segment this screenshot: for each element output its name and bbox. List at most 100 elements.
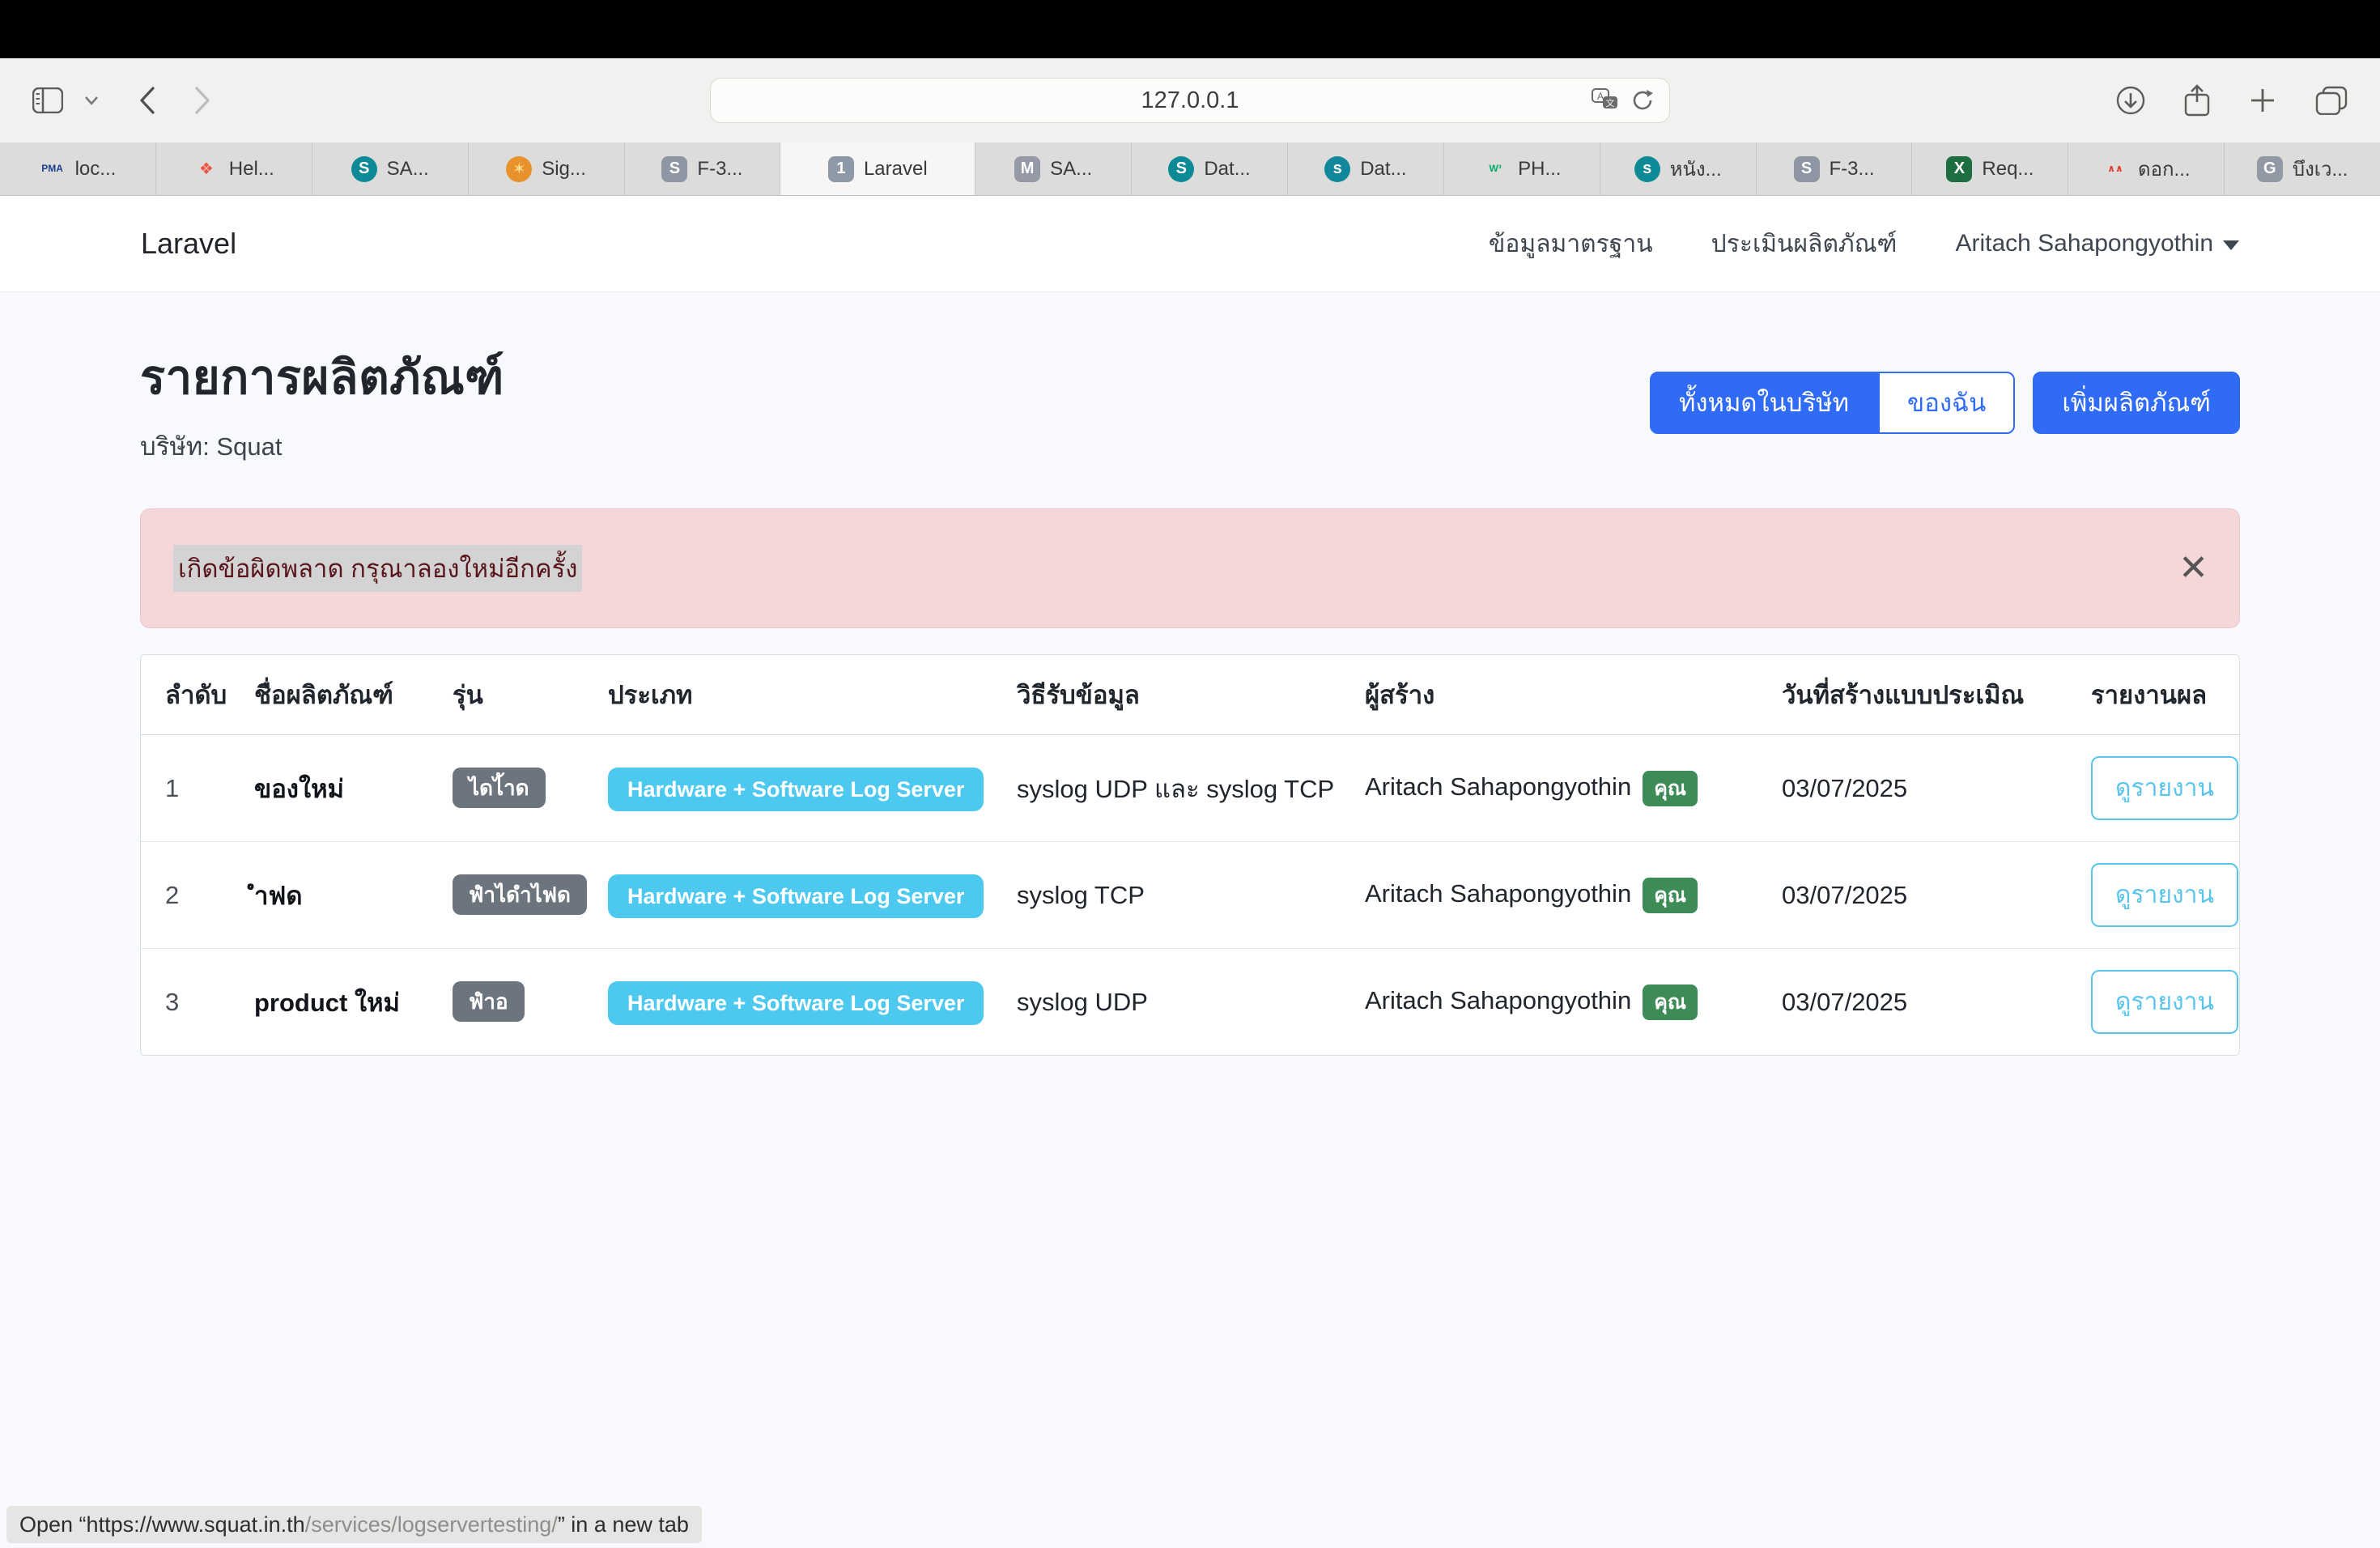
browser-tab-4[interactable]: SF-3... (625, 142, 781, 195)
browser-tab-0[interactable]: PMAloc... (0, 142, 156, 195)
tab-favicon: X (1946, 156, 1972, 182)
browser-tab-13[interactable]: ∧∧ดอก... (2068, 142, 2225, 195)
type-badge: Hardware + Software Log Server (608, 981, 984, 1025)
tab-favicon: PMA (40, 156, 66, 182)
cell-row-number: 1 (141, 735, 254, 842)
tab-overview-icon[interactable] (2315, 86, 2348, 115)
sidebar-chevron-down-icon[interactable] (84, 96, 99, 105)
cell-method: syslog TCP (1017, 842, 1365, 949)
cell-date: 03/07/2025 (1782, 949, 2091, 1056)
system-menubar (0, 0, 2380, 58)
model-badge: ฟำอ (453, 981, 525, 1022)
downloads-icon[interactable] (2116, 86, 2145, 115)
cell-creator: Aritach Sahapongyothinคุณ (1365, 842, 1782, 949)
cell-method: syslog UDP และ syslog TCP (1017, 735, 1365, 842)
user-menu[interactable]: Aritach Sahapongyothin (1955, 230, 2239, 257)
svg-text:文: 文 (1606, 97, 1615, 108)
svg-text:A: A (1597, 91, 1604, 102)
view-report-button[interactable]: ดูรายงาน (2091, 863, 2238, 927)
cell-type: Hardware + Software Log Server (608, 735, 1017, 842)
address-bar[interactable]: 127.0.0.1 A文 (710, 78, 1670, 123)
table-header-row: ลำดับชื่อผลิตภัณฑ์รุ่นประเภทวิธีรับข้อมู… (141, 655, 2239, 735)
status-url-host: https://www.squat.in.th (87, 1512, 305, 1537)
cell-model: ฟำอ (453, 949, 608, 1056)
browser-tab-14[interactable]: Gบึงเว... (2225, 142, 2380, 195)
browser-tab-9[interactable]: W³ PH... (1444, 142, 1600, 195)
column-header-3: ประเภท (608, 655, 1017, 735)
column-header-4: วิธีรับข้อมูล (1017, 655, 1365, 735)
tab-label: PH... (1518, 158, 1561, 181)
nav-link-standards[interactable]: ข้อมูลมาตรฐาน (1489, 225, 1653, 263)
nav-link-evaluate[interactable]: ประเมินผลิตภัณฑ์ (1711, 225, 1898, 263)
tab-favicon: s (1324, 156, 1350, 182)
tab-favicon: s (1634, 156, 1660, 182)
cell-type: Hardware + Software Log Server (608, 949, 1017, 1056)
browser-tab-1[interactable]: ❖ Hel... (156, 142, 312, 195)
browser-tab-2[interactable]: S SA... (312, 142, 469, 195)
tab-label: Sig... (542, 158, 586, 181)
tab-favicon: S (1794, 156, 1820, 182)
cell-product-name: ของใหม่ (254, 735, 453, 842)
site-navbar: Laravel ข้อมูลมาตรฐาน ประเมินผลิตภัณฑ์ A… (0, 196, 2380, 292)
tab-favicon: G (2257, 156, 2283, 182)
forward-button[interactable] (194, 87, 210, 114)
tab-label: Hel... (229, 158, 274, 181)
view-report-button[interactable]: ดูรายงาน (2091, 756, 2238, 820)
sidebar-toggle-icon[interactable] (32, 87, 63, 113)
table-row: 1ของใหม่ ไดไ้าด Hardware + Software Log Se… (141, 735, 2239, 842)
column-header-1: ชื่อผลิตภัณฑ์ (254, 655, 453, 735)
browser-tab-12[interactable]: XReq... (1912, 142, 2068, 195)
creator: Aritach Sahapongyothinคุณ (1365, 879, 1698, 908)
address-bar-url[interactable]: 127.0.0.1 (1141, 87, 1239, 114)
error-alert: เกิดข้อผิดพลาด กรุณาลองใหม่อีกครั้ง ✕ (140, 508, 2240, 628)
new-tab-icon[interactable] (2249, 87, 2276, 114)
close-icon[interactable]: ✕ (2178, 551, 2208, 586)
chevron-down-icon (2223, 240, 2239, 250)
tab-favicon: S (351, 156, 377, 182)
browser-tab-7[interactable]: SDat... (1132, 142, 1288, 195)
product-name: ของใหม่ (254, 775, 344, 803)
reload-icon[interactable] (1630, 88, 1655, 113)
cell-row-number: 3 (141, 949, 254, 1056)
cell-report: ดูรายงาน (2091, 735, 2239, 842)
status-url-path: /services/logservertesting/ (305, 1512, 558, 1537)
tab-label: F-3... (1830, 158, 1875, 181)
tab-label: Laravel (864, 158, 928, 181)
tab-label: SA... (387, 158, 429, 181)
browser-tab-11[interactable]: S F-3... (1757, 142, 1913, 195)
tab-label: หนัง... (1670, 153, 1722, 185)
brand-logo[interactable]: Laravel (141, 227, 236, 261)
tab-favicon: ❖ (193, 156, 219, 182)
view-report-button[interactable]: ดูรายงาน (2091, 970, 2238, 1034)
translate-icon[interactable]: A文 (1592, 88, 1619, 113)
cell-product-name: product ใหม่ (254, 949, 453, 1056)
tab-favicon: W³ (1482, 156, 1508, 182)
page-heading: รายการผลิตภัณฑ์ บริษัท: Squat (140, 339, 504, 466)
share-icon[interactable] (2184, 84, 2210, 117)
tab-label: Dat... (1360, 158, 1406, 181)
table-body: 1ของใหม่ ไดไ้าด Hardware + Software Log Se… (141, 735, 2239, 1056)
creator-you-badge: คุณ (1643, 878, 1698, 913)
back-button[interactable] (139, 87, 155, 114)
cell-report: ดูรายงาน (2091, 949, 2239, 1056)
browser-toolbar: 127.0.0.1 A文 (0, 58, 2380, 142)
creator-you-badge: คุณ (1643, 771, 1698, 806)
add-product-button[interactable]: เพิ่มผลิตภัณฑ์ (2033, 372, 2240, 434)
type-badge: Hardware + Software Log Server (608, 874, 984, 918)
filter-all-button[interactable]: ทั้งหมดในบริษัท (1650, 372, 1878, 434)
cell-method: syslog UDP (1017, 949, 1365, 1056)
filter-mine-button[interactable]: ของฉัน (1878, 372, 2015, 434)
company-subtitle: บริษัท: Squat (140, 426, 504, 466)
browser-tab-5[interactable]: 1Laravel (780, 142, 975, 195)
table-row: 2ำฟดฟำไดำไฟดHardware + Software Log Serv… (141, 842, 2239, 949)
browser-tab-6[interactable]: MSA... (975, 142, 1132, 195)
model-badge: ไดไ้าด (453, 768, 546, 808)
browser-tab-8[interactable]: s Dat... (1288, 142, 1444, 195)
model-badge: ฟำไดำไฟด (453, 874, 587, 915)
tab-label: Dat... (1204, 158, 1250, 181)
column-header-7: รายงานผล (2091, 655, 2239, 735)
browser-tab-3[interactable]: ✶Sig... (469, 142, 625, 195)
user-name: Aritach Sahapongyothin (1955, 230, 2213, 257)
table-row: 3product ใหม่ฟำอ Hardware + Software Log … (141, 949, 2239, 1056)
browser-tab-10[interactable]: s หนัง... (1600, 142, 1757, 195)
